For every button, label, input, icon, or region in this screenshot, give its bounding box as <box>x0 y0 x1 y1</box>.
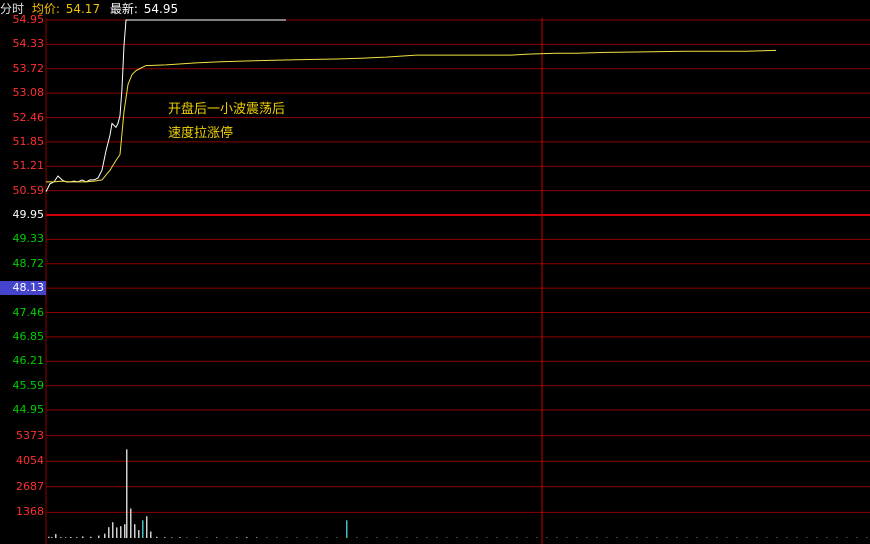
volume-bar <box>55 534 57 538</box>
volume-bar <box>150 531 152 538</box>
volume-bar <box>76 537 78 538</box>
volume-bar <box>126 449 128 538</box>
volume-bar <box>156 536 158 538</box>
volume-bar <box>179 537 181 538</box>
price-tick-label: 54.33 <box>12 37 45 51</box>
intraday-chart[interactable] <box>0 0 870 544</box>
price-tick-label: 45.59 <box>12 378 45 392</box>
volume-bar <box>146 516 148 538</box>
volume-bar <box>138 530 140 538</box>
volume-bar <box>104 533 106 538</box>
volume-bar <box>90 536 92 538</box>
volume-bar <box>246 537 248 538</box>
price-tick-label: 50.59 <box>12 183 45 197</box>
price-tick-label: 46.85 <box>12 329 45 343</box>
volume-tick-label: 2687 <box>16 479 44 493</box>
volume-bar <box>171 537 173 538</box>
price-tick-label: 49.95 <box>12 208 45 221</box>
volume-bar <box>82 536 84 538</box>
price-tick-label: 48.72 <box>12 256 45 270</box>
price-tick-label: 47.46 <box>12 305 45 319</box>
volume-tick-label: 1368 <box>16 505 44 519</box>
volume-bar <box>108 527 110 538</box>
price-tick-label: 48.13 <box>0 281 46 296</box>
volume-bar <box>236 537 238 538</box>
volume-bar <box>134 524 136 538</box>
price-tick-label: 53.08 <box>12 86 45 100</box>
volume-bar <box>142 520 144 538</box>
annotation-line-2: 速度拉涨停 <box>168 126 234 141</box>
price-tick-label: 51.85 <box>12 134 45 148</box>
volume-bar <box>112 522 114 538</box>
volume-bar <box>124 524 126 538</box>
volume-tick-label: 5373 <box>16 428 44 442</box>
annotation-line-1: 开盘后一小波震荡后 <box>168 102 286 117</box>
volume-tick-label: 4054 <box>16 454 44 468</box>
volume-bar <box>51 537 53 538</box>
average-line <box>46 49 777 183</box>
volume-bar <box>256 537 258 538</box>
volume-bar <box>116 527 118 538</box>
price-tick-label: 44.95 <box>12 403 45 416</box>
volume-bar <box>216 537 218 538</box>
volume-bar <box>196 537 198 538</box>
volume-bar <box>48 536 50 538</box>
volume-bar <box>98 535 100 538</box>
price-tick-label: 53.72 <box>12 61 45 75</box>
price-tick-label: 51.21 <box>12 159 45 173</box>
price-tick-label: 49.33 <box>12 232 45 246</box>
volume-bar <box>70 537 72 538</box>
volume-bar <box>164 537 166 538</box>
price-axis: 54.95 54.33 53.72 53.08 52.46 51.85 51.21 50.59… <box>0 0 46 544</box>
price-tick-label: 54.95 <box>12 13 45 26</box>
volume-bar <box>60 537 62 538</box>
volume-bar <box>120 526 122 538</box>
price-tick-label: 46.21 <box>12 354 45 368</box>
price-tick-label: 52.46 <box>12 110 45 124</box>
volume-bar <box>65 537 67 538</box>
volume-bar <box>346 520 348 538</box>
volume-bar <box>130 508 132 538</box>
